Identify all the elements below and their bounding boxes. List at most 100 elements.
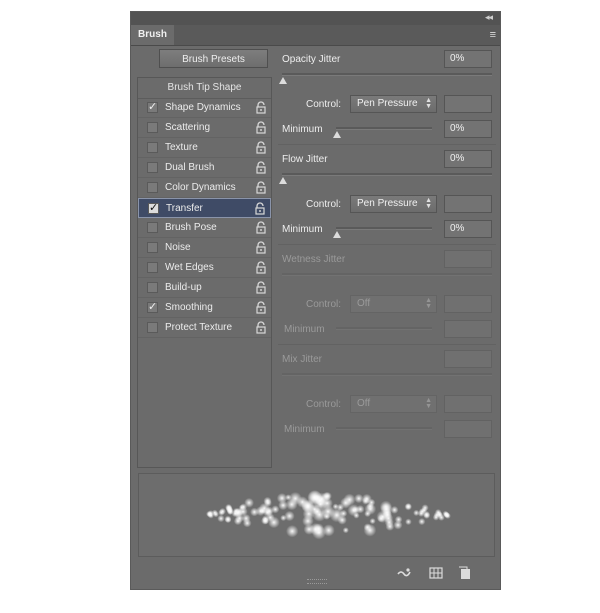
lock-icon[interactable] — [255, 301, 267, 314]
option-row[interactable]: Wet Edges — [138, 258, 271, 278]
flow-jitter-field[interactable]: 0% — [444, 150, 492, 168]
option-row[interactable]: Scattering — [138, 118, 271, 138]
brush-dab — [369, 518, 376, 525]
option-row[interactable]: ✓ Shape Dynamics — [138, 98, 271, 118]
option-checkbox-scattering[interactable] — [147, 122, 158, 133]
option-row[interactable]: Texture — [138, 138, 271, 158]
lock-icon[interactable] — [255, 161, 267, 174]
lock-icon[interactable] — [255, 221, 267, 234]
opacity-control-extra-field — [444, 95, 492, 113]
new-preset-icon[interactable] — [458, 566, 472, 580]
option-row[interactable]: ✓ Transfer — [138, 198, 271, 218]
flow-jitter-slider[interactable] — [282, 173, 492, 176]
brush-dab — [444, 512, 451, 519]
brush-stroke-preview — [138, 473, 495, 557]
wetness-control-extra-field — [444, 295, 492, 313]
option-label-smoothing[interactable]: Smoothing — [165, 298, 213, 318]
flow-minimum-field[interactable]: 0% — [444, 220, 492, 238]
opacity-minimum-field[interactable]: 0% — [444, 120, 492, 138]
lock-icon[interactable] — [255, 101, 267, 114]
opacity-jitter-slider-thumb[interactable] — [279, 77, 287, 84]
wetness-minimum-label: Minimum — [284, 324, 325, 335]
lock-icon[interactable] — [254, 202, 266, 215]
option-checkbox-texture[interactable] — [147, 142, 158, 153]
brush-dab — [280, 514, 287, 522]
brush-presets-button[interactable]: Brush Presets — [159, 49, 268, 68]
option-row[interactable]: Dual Brush — [138, 158, 271, 178]
resize-grip[interactable] — [307, 579, 327, 584]
brush-tip-shape-item[interactable]: Brush Tip Shape — [138, 78, 271, 99]
lock-icon[interactable] — [255, 321, 267, 334]
lock-icon[interactable] — [255, 141, 267, 154]
mix-jitter-label: Mix Jitter — [282, 354, 322, 365]
option-label-shape-dynamics[interactable]: Shape Dynamics — [165, 98, 241, 118]
option-label-dual-brush[interactable]: Dual Brush — [165, 158, 214, 178]
flow-jitter-slider-thumb[interactable] — [279, 177, 287, 184]
brush-dab — [314, 497, 328, 511]
flow-minimum-slider[interactable] — [336, 227, 432, 230]
lock-icon[interactable] — [255, 181, 267, 194]
option-label-texture[interactable]: Texture — [165, 138, 198, 158]
opacity-minimum-slider-thumb[interactable] — [333, 131, 341, 138]
opacity-minimum-slider[interactable] — [336, 127, 432, 130]
option-checkbox-transfer[interactable]: ✓ — [148, 203, 159, 214]
divider — [278, 144, 496, 145]
option-label-build-up[interactable]: Build-up — [165, 278, 202, 298]
brush-dab — [239, 503, 248, 511]
grid-icon[interactable] — [429, 566, 443, 580]
brush-dab — [329, 507, 344, 523]
option-label-brush-pose[interactable]: Brush Pose — [165, 218, 217, 238]
option-row[interactable]: Protect Texture — [138, 318, 271, 338]
panel-menu-icon[interactable]: ≡ — [490, 29, 496, 41]
option-label-protect-texture[interactable]: Protect Texture — [165, 318, 232, 338]
option-checkbox-color-dynamics[interactable] — [147, 182, 158, 193]
option-checkbox-brush-pose[interactable] — [147, 222, 158, 233]
flow-control-label: Control: — [306, 199, 342, 210]
option-checkbox-dual-brush[interactable] — [147, 162, 158, 173]
option-label-noise[interactable]: Noise — [165, 238, 191, 258]
brush-dab — [385, 522, 395, 531]
mix-jitter-field — [444, 350, 492, 368]
lock-icon[interactable] — [255, 281, 267, 294]
option-row[interactable]: Brush Pose — [138, 218, 271, 238]
option-label-scattering[interactable]: Scattering — [165, 118, 210, 138]
opacity-control-select[interactable]: Pen Pressure ▲ ▼ — [350, 95, 437, 113]
lock-icon[interactable] — [255, 261, 267, 274]
brush-dab — [242, 518, 252, 528]
option-checkbox-protect-texture[interactable] — [147, 322, 158, 333]
lock-icon[interactable] — [255, 241, 267, 254]
flow-minimum-slider-thumb[interactable] — [333, 231, 341, 238]
brush-dab — [301, 500, 315, 514]
option-row[interactable]: Build-up — [138, 278, 271, 298]
option-row[interactable]: ✓ Smoothing — [138, 298, 271, 318]
option-row[interactable]: Color Dynamics — [138, 178, 271, 198]
option-row[interactable]: Noise — [138, 238, 271, 258]
option-label-transfer[interactable]: Transfer — [166, 199, 203, 219]
brush-panel: ◂◂ Brush ≡ Brush Presets Brush Tip Shape… — [130, 11, 501, 590]
brush-dab — [404, 502, 413, 511]
wetness-minimum-field — [444, 320, 492, 338]
option-checkbox-build-up[interactable] — [147, 282, 158, 293]
brush-dab — [340, 497, 352, 509]
opacity-jitter-field[interactable]: 0% — [444, 50, 492, 68]
wetness-jitter-label: Wetness Jitter — [282, 254, 346, 265]
mix-control-extra-field — [444, 395, 492, 413]
opacity-jitter-slider[interactable] — [282, 73, 492, 76]
panel-titlebar: ◂◂ — [131, 12, 500, 25]
wetness-jitter-field — [444, 250, 492, 268]
option-checkbox-wet-edges[interactable] — [147, 262, 158, 273]
collapse-icon[interactable]: ◂◂ — [485, 12, 493, 23]
option-label-wet-edges[interactable]: Wet Edges — [165, 258, 214, 278]
brush-visibility-icon[interactable] — [397, 566, 411, 580]
mix-minimum-field — [444, 420, 492, 438]
select-caret-icon: ▲ ▼ — [425, 97, 432, 110]
option-checkbox-smoothing[interactable]: ✓ — [147, 302, 158, 313]
select-caret-icon: ▲ ▼ — [425, 397, 432, 410]
option-checkbox-noise[interactable] — [147, 242, 158, 253]
lock-icon[interactable] — [255, 121, 267, 134]
flow-control-select[interactable]: Pen Pressure ▲ ▼ — [350, 195, 437, 213]
tab-brush[interactable]: Brush — [131, 25, 174, 45]
wetness-jitter-slider — [282, 273, 492, 276]
option-label-color-dynamics[interactable]: Color Dynamics — [165, 178, 236, 198]
option-checkbox-shape-dynamics[interactable]: ✓ — [147, 102, 158, 113]
